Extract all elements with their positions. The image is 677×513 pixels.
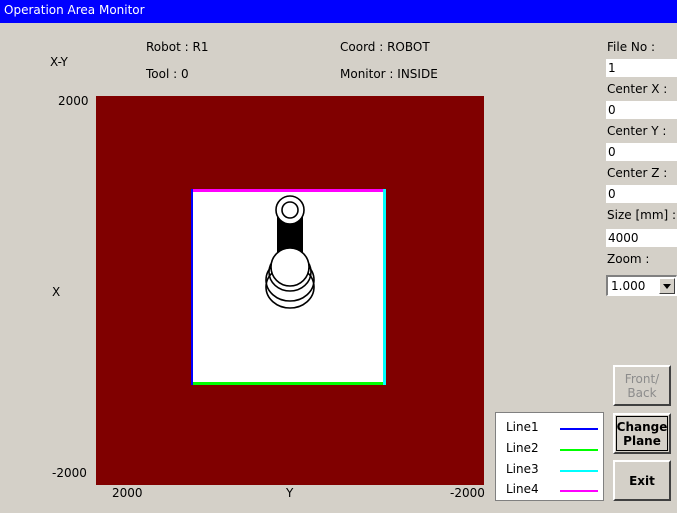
- file-no-field[interactable]: 1: [606, 59, 677, 77]
- legend-swatch: [560, 490, 598, 492]
- center-x-field[interactable]: 0: [606, 101, 677, 119]
- legend-item-line3: Line3: [506, 460, 601, 480]
- y-max-label: 2000: [58, 94, 89, 108]
- legend-item-line2: Line2: [506, 439, 601, 459]
- area-line3-right: [383, 189, 386, 385]
- zoom-value: 1.000: [611, 279, 646, 293]
- tool-label: Tool : 0: [146, 67, 189, 81]
- size-field[interactable]: 4000: [606, 229, 677, 247]
- chevron-down-icon[interactable]: [659, 278, 675, 294]
- exit-button[interactable]: Exit: [613, 460, 671, 501]
- monitor-label: Monitor : INSIDE: [340, 67, 438, 81]
- plane-label: X-Y: [50, 55, 68, 69]
- line-legend: Line1 Line2 Line3 Line4: [495, 412, 604, 501]
- file-no-label: File No :: [607, 40, 656, 54]
- window-title: Operation Area Monitor: [0, 0, 677, 23]
- center-y-label: Center Y :: [607, 124, 667, 138]
- center-x-label: Center X :: [607, 82, 668, 96]
- center-z-label: Center Z :: [607, 166, 668, 180]
- center-z-field[interactable]: 0: [606, 185, 677, 203]
- legend-label: Line2: [506, 441, 539, 455]
- y-min-label: -2000: [52, 466, 87, 480]
- legend-label: Line1: [506, 420, 539, 434]
- area-line4-top: [191, 189, 385, 192]
- front-back-button[interactable]: Front/ Back: [613, 365, 671, 406]
- operation-area-plot: [96, 96, 484, 485]
- x-left-label: 2000: [112, 486, 143, 500]
- x-right-label: -2000: [450, 486, 485, 500]
- legend-label: Line3: [506, 462, 539, 476]
- robot-label: Robot : R1: [146, 40, 209, 54]
- coord-label: Coord : ROBOT: [340, 40, 430, 54]
- legend-swatch: [560, 470, 598, 472]
- legend-label: Line4: [506, 482, 539, 496]
- size-label: Size [mm] :: [607, 208, 677, 222]
- change-plane-button[interactable]: Change Plane: [613, 413, 671, 454]
- area-line2-bottom: [191, 382, 385, 385]
- horizontal-axis-name: Y: [286, 486, 294, 500]
- zoom-select[interactable]: 1.000: [606, 275, 677, 296]
- vertical-axis-name: X: [52, 285, 61, 299]
- center-y-field[interactable]: 0: [606, 143, 677, 161]
- legend-item-line4: Line4: [506, 480, 601, 500]
- legend-item-line1: Line1: [506, 418, 601, 438]
- robot-arm-icon: [265, 195, 315, 309]
- area-line1-left: [191, 189, 193, 385]
- zoom-label: Zoom :: [607, 252, 650, 266]
- legend-swatch: [560, 449, 598, 451]
- legend-swatch: [560, 428, 598, 430]
